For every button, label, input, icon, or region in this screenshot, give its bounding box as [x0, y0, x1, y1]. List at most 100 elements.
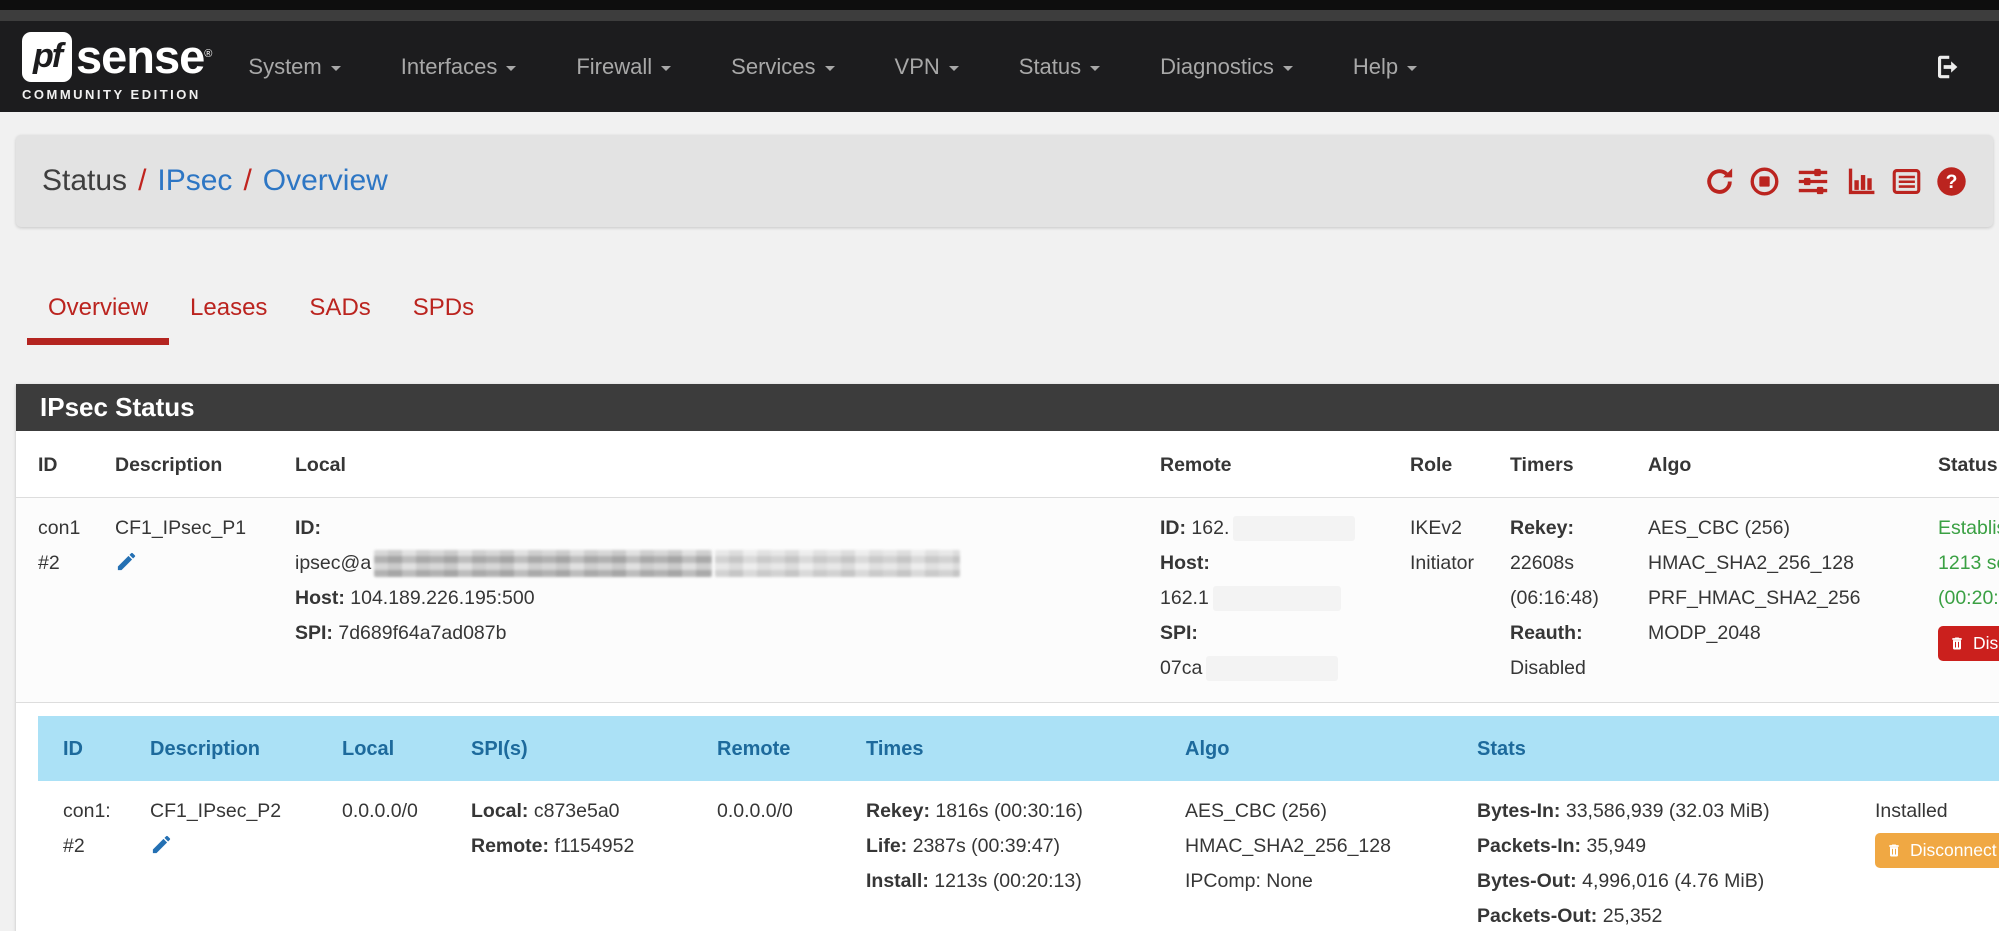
algo-line: AES_CBC (256) — [1648, 511, 1926, 546]
p2-id-line1: con1: — [63, 794, 138, 829]
top-navbar: pf sense ® COMMUNITY EDITION System Inte… — [0, 21, 1999, 112]
p1-id-cell: con1 #2 — [38, 511, 115, 686]
p1-id-line2: #2 — [38, 546, 103, 581]
tab-sads[interactable]: SADs — [288, 280, 391, 345]
spi-local-label: Local: — [471, 800, 528, 822]
col-algo: Algo — [1648, 448, 1938, 483]
breadcrumb-separator: / — [138, 164, 146, 197]
logo-row: pf sense ® — [22, 32, 212, 82]
bar-chart-icon[interactable] — [1846, 166, 1877, 197]
menu-diagnostics[interactable]: Diagnostics — [1130, 54, 1323, 80]
p2-table-header-row: ID Description Local SPI(s) Remote Times… — [38, 716, 1999, 781]
p2-stats-cell: Bytes-In: 33,586,939 (32.03 MiB) Packets… — [1477, 794, 1875, 931]
logo-edition-text: COMMUNITY EDITION — [22, 87, 212, 102]
col-spis: SPI(s) — [471, 732, 717, 767]
stop-icon[interactable] — [1749, 166, 1780, 197]
status-established: Established — [1938, 511, 1999, 546]
filter-sliders-icon[interactable] — [1794, 166, 1832, 197]
bytes-out-value: 4,996,016 (4.76 MiB) — [1582, 870, 1764, 892]
remote-host-label: Host: — [1160, 552, 1210, 574]
p2-section: ID Description Local SPI(s) Remote Times… — [16, 702, 1999, 931]
p1-table-header-row: ID Description Local Remote Role Timers … — [16, 431, 1999, 498]
disconnect-p1-button[interactable]: Disconnect — [1938, 626, 1999, 661]
bytes-out-label: Bytes-Out: — [1477, 870, 1577, 892]
p2-spis-cell: Local: c873e5a0 Remote: f1154952 — [471, 794, 717, 931]
packets-out-label: Packets-Out: — [1477, 905, 1597, 927]
refresh-icon[interactable] — [1704, 166, 1735, 197]
spi-remote-label: Remote: — [471, 835, 549, 857]
chevron-down-icon — [661, 66, 671, 71]
col-id: ID — [63, 732, 150, 767]
chevron-down-icon — [1283, 66, 1293, 71]
algo-line: MODP_2048 — [1648, 616, 1926, 651]
menu-status[interactable]: Status — [989, 54, 1130, 80]
tab-spds[interactable]: SPDs — [392, 280, 495, 345]
edit-pencil-icon[interactable] — [115, 550, 138, 573]
p2-rekey-value: 1816s (00:30:16) — [935, 800, 1082, 822]
pf-logo-icon: pf — [22, 32, 72, 82]
p2-rekey-label: Rekey: — [866, 800, 930, 822]
menu-services[interactable]: Services — [701, 54, 864, 80]
menu-help[interactable]: Help — [1323, 54, 1447, 80]
pfsense-logo[interactable]: pf sense ® COMMUNITY EDITION — [22, 32, 212, 102]
packets-in-label: Packets-In: — [1477, 835, 1581, 857]
breadcrumb-link-ipsec[interactable]: IPsec — [157, 164, 232, 197]
p2-id-cell: con1: #2 — [63, 794, 150, 931]
logo-name-text: sense — [76, 33, 204, 80]
menu-diagnostics-label: Diagnostics — [1160, 54, 1274, 80]
breadcrumb-link-overview[interactable]: Overview — [263, 164, 388, 197]
top-gray-strip — [0, 10, 1999, 21]
col-remote: Remote — [717, 732, 866, 767]
edit-pencil-icon[interactable] — [150, 833, 173, 856]
breadcrumb-separator: / — [243, 164, 251, 197]
trash-icon — [1886, 842, 1902, 859]
svg-text:?: ? — [1946, 171, 1958, 193]
p1-table-row: con1 #2 CF1_IPsec_P1 ID: ipsec@a Host: 1… — [16, 498, 1999, 702]
p2-remote-cell: 0.0.0.0/0 — [717, 794, 866, 931]
logo-pf-text: pf — [33, 37, 61, 76]
sign-out-icon[interactable] — [1933, 52, 1963, 82]
main-menu: System Interfaces Firewall Services VPN … — [218, 54, 1447, 80]
col-algo: Algo — [1185, 732, 1477, 767]
local-host-value: 104.189.226.195:500 — [350, 587, 534, 609]
menu-help-label: Help — [1353, 54, 1398, 80]
list-icon[interactable] — [1891, 166, 1922, 197]
col-stats: Stats — [1477, 732, 1875, 767]
chevron-down-icon — [1407, 66, 1417, 71]
breadcrumb: Status/IPsec/Overview — [42, 164, 388, 198]
p2-state-installed: Installed — [1875, 794, 1999, 829]
remote-spi-value: 07ca — [1160, 657, 1202, 679]
col-local: Local — [295, 448, 1160, 483]
disconnect-label: Disconnect — [1973, 633, 1999, 654]
algo-line: HMAC_SHA2_256_128 — [1185, 829, 1465, 864]
p2-life-value: 2387s (00:39:47) — [913, 835, 1060, 857]
panel-title: IPsec Status — [16, 392, 195, 423]
p2-times-cell: Rekey: 1816s (00:30:16) Life: 2387s (00:… — [866, 794, 1185, 931]
disconnect-p2-button[interactable]: Disconnect — [1875, 833, 1999, 868]
col-remote: Remote — [1160, 448, 1410, 483]
col-description: Description — [115, 448, 295, 483]
col-status: Status — [1938, 448, 1999, 483]
spi-local-value: c873e5a0 — [534, 800, 620, 822]
top-black-strip — [0, 0, 1999, 10]
help-icon[interactable]: ? — [1936, 166, 1967, 197]
reauth-value: Disabled — [1510, 651, 1636, 686]
tab-overview[interactable]: Overview — [27, 280, 169, 345]
p1-algo-cell: AES_CBC (256) HMAC_SHA2_256_128 PRF_HMAC… — [1648, 511, 1938, 686]
menu-firewall[interactable]: Firewall — [546, 54, 701, 80]
p2-life-label: Life: — [866, 835, 907, 857]
chevron-down-icon — [1090, 66, 1100, 71]
tab-leases[interactable]: Leases — [169, 280, 288, 345]
col-id: ID — [38, 448, 115, 483]
menu-vpn[interactable]: VPN — [865, 54, 989, 80]
p2-install-value: 1213s (00:20:13) — [934, 870, 1081, 892]
remote-id-value: 162. — [1191, 517, 1229, 539]
p2-remote-network: 0.0.0.0/0 — [717, 794, 854, 829]
col-local: Local — [342, 732, 471, 767]
status-uptime-hms: (00:20:13) — [1938, 581, 1999, 616]
menu-interfaces[interactable]: Interfaces — [371, 54, 547, 80]
menu-system[interactable]: System — [218, 54, 370, 80]
breadcrumb-bar: Status/IPsec/Overview ? — [16, 135, 1993, 227]
algo-line: HMAC_SHA2_256_128 — [1648, 546, 1926, 581]
col-actions-empty — [1875, 732, 1999, 767]
